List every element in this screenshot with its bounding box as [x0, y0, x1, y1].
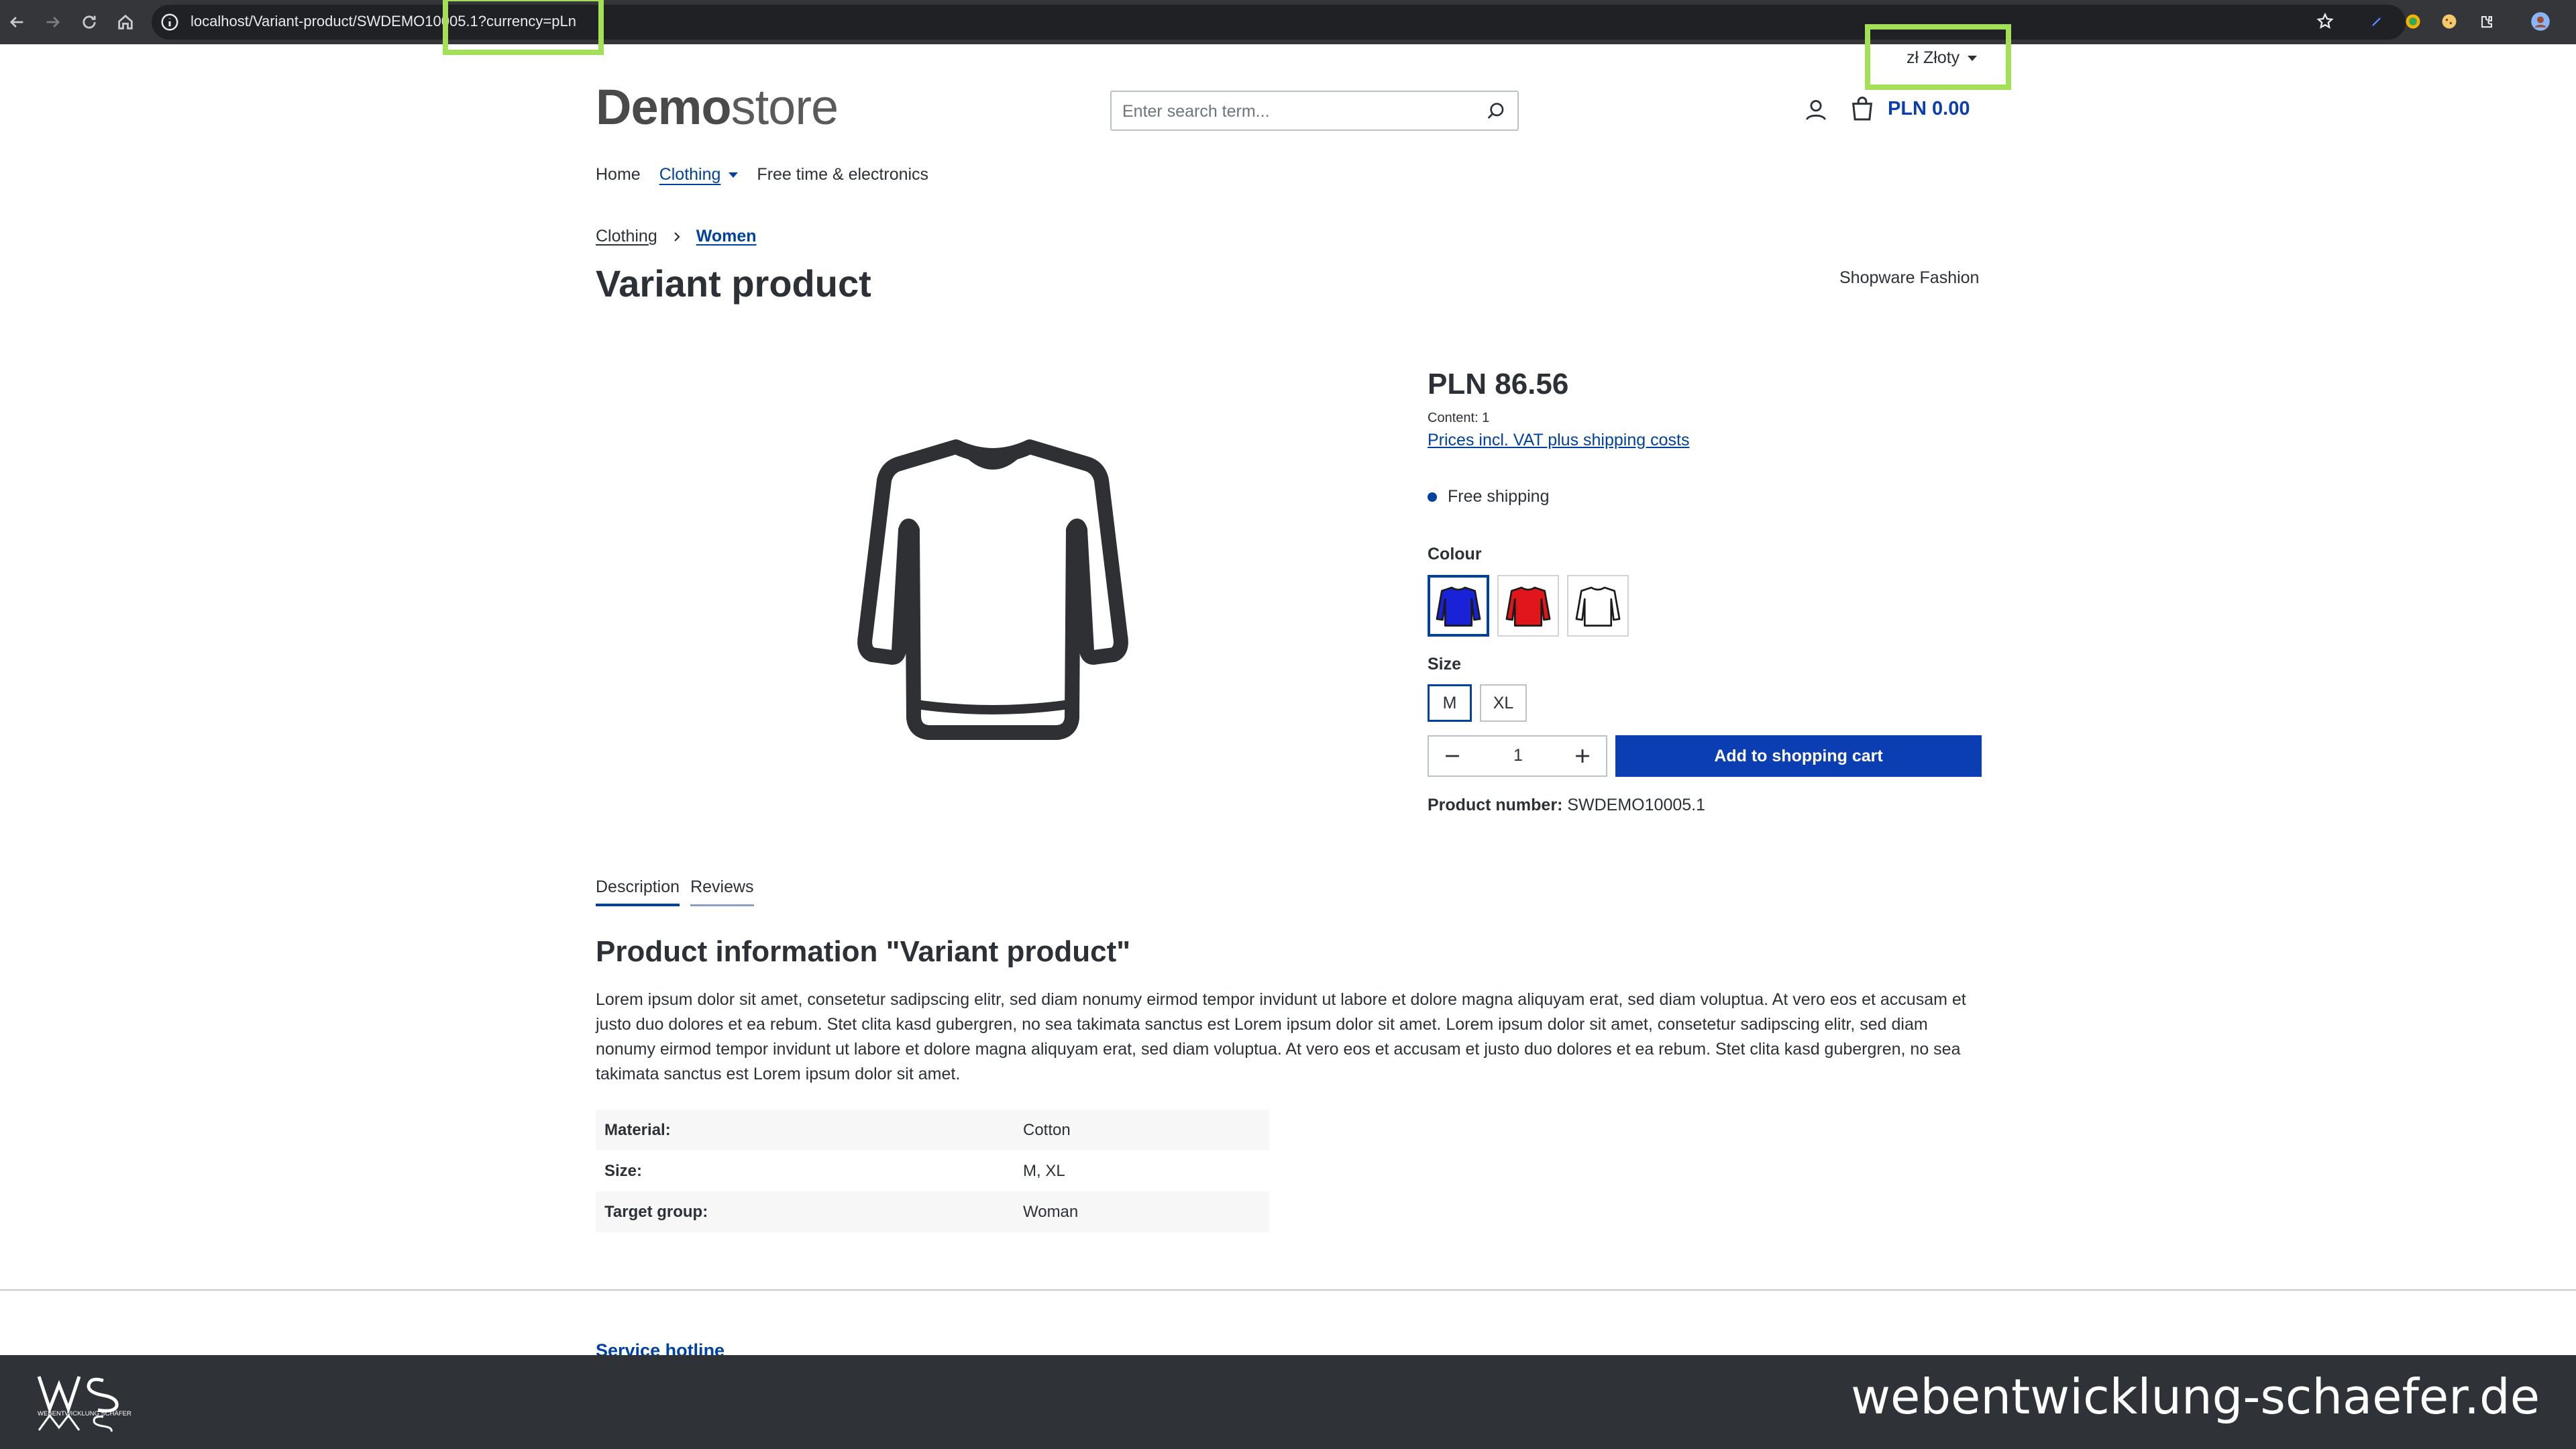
product-number: Product number: SWDEMO10005.1: [1428, 796, 1705, 815]
logo-bold: Demo: [596, 79, 732, 135]
nav-item-clothing-label: Clothing: [659, 165, 721, 184]
star-icon[interactable]: [2314, 10, 2337, 33]
profile-icon[interactable]: [2529, 10, 2552, 33]
property-value: Woman: [1014, 1191, 1269, 1232]
main-navigation: Home Clothing Free time & electronics: [596, 165, 947, 184]
quantity-stepper: 1: [1428, 735, 1607, 777]
account-icon[interactable]: [1803, 97, 1829, 123]
back-icon[interactable]: [4, 9, 30, 35]
colour-option-red[interactable]: [1497, 575, 1559, 637]
watermark-text: webentwicklung-schaefer.de: [1851, 1368, 2540, 1425]
quantity-value[interactable]: 1: [1496, 746, 1540, 765]
currency-highlight-box: [1865, 24, 2011, 90]
tab-description[interactable]: Description: [596, 877, 680, 906]
table-row: Target group: Woman: [596, 1191, 1269, 1232]
property-key: Target group:: [596, 1191, 1014, 1232]
product-number-label: Product number:: [1428, 796, 1563, 814]
add-to-cart-button[interactable]: Add to shopping cart: [1615, 735, 1982, 777]
chevron-down-icon: [729, 172, 739, 178]
table-row: Material: Cotton: [596, 1110, 1269, 1150]
colour-option-blue[interactable]: [1428, 575, 1489, 637]
info-icon[interactable]: [160, 12, 180, 32]
description-title: Product information "Variant product": [596, 935, 1131, 968]
colour-option-white[interactable]: [1567, 575, 1629, 637]
shirt-blue-icon: [1436, 586, 1481, 627]
shirt-white-icon: [1575, 586, 1621, 627]
ws-logo-text: WEBENTWICKLUNG SCHÄFER: [38, 1410, 131, 1417]
nav-item-free-time[interactable]: Free time & electronics: [757, 165, 928, 184]
search-icon[interactable]: [1485, 101, 1507, 122]
footer-divider: [0, 1289, 2576, 1291]
forward-icon[interactable]: [40, 9, 66, 35]
breadcrumb: Clothing Women: [596, 227, 757, 246]
url-highlight-box: [443, 0, 604, 55]
search-box: [1110, 91, 1519, 131]
plus-icon[interactable]: [1571, 745, 1594, 767]
content-info: Content: 1: [1428, 411, 1490, 425]
nav-item-home[interactable]: Home: [596, 165, 641, 184]
tab-reviews[interactable]: Reviews: [690, 877, 754, 906]
product-price: PLN 86.56: [1428, 368, 1569, 400]
shipping-text: Free shipping: [1448, 487, 1550, 506]
search-input[interactable]: [1121, 99, 1470, 124]
product-image[interactable]: [839, 423, 1147, 745]
cookie-extension-icon[interactable]: [2438, 10, 2461, 33]
shirt-red-icon: [1505, 586, 1551, 627]
breadcrumb-clothing[interactable]: Clothing: [596, 227, 657, 246]
chevron-right-icon: [674, 231, 680, 241]
logo-light: store: [731, 79, 839, 135]
store-logo[interactable]: Demostore: [596, 79, 839, 136]
property-key: Size:: [604, 1161, 643, 1180]
product-tabs: Description Reviews: [596, 877, 754, 906]
description-text: Lorem ipsum dolor sit amet, consetetur s…: [596, 990, 1966, 1083]
cart-total[interactable]: PLN 0.00: [1888, 98, 1970, 120]
nav-item-clothing[interactable]: Clothing: [659, 165, 739, 184]
size-option-xl[interactable]: XL: [1480, 684, 1527, 722]
manufacturer[interactable]: Shopware Fashion: [1839, 268, 1979, 288]
delivery-info: Free shipping: [1428, 487, 1549, 506]
property-value: M, XL: [1023, 1161, 1065, 1180]
cart-icon[interactable]: [1849, 95, 1876, 123]
properties-table: Material: Cotton Size: M, XL Target grou…: [596, 1110, 1269, 1232]
reload-icon[interactable]: [76, 9, 102, 35]
pen-extension-icon[interactable]: [2365, 10, 2388, 33]
colour-label: Colour: [1428, 545, 1482, 564]
size-label: Size: [1428, 655, 1462, 674]
breadcrumb-women[interactable]: Women: [696, 227, 757, 246]
size-option-m[interactable]: M: [1428, 684, 1472, 722]
extensions-icon[interactable]: [2475, 10, 2498, 33]
status-dot-icon: [1428, 492, 1437, 502]
property-value: Cotton: [1014, 1110, 1269, 1150]
product-number-value: SWDEMO10005.1: [1567, 796, 1705, 814]
ws-logo: WEBENTWICKLUNG SCHÄFER: [37, 1376, 131, 1432]
minus-icon[interactable]: [1441, 745, 1464, 767]
vat-shipping-link[interactable]: Prices incl. VAT plus shipping costs: [1428, 431, 1689, 450]
property-key: Material:: [596, 1110, 1014, 1150]
table-row: Size: M, XL: [596, 1150, 1269, 1191]
page-title: Variant product: [596, 262, 871, 305]
home-icon[interactable]: [113, 9, 138, 35]
color-extension-icon[interactable]: [2402, 10, 2424, 33]
browser-toolbar: localhost/Variant-product/SWDEMO10005.1?…: [0, 0, 2576, 44]
